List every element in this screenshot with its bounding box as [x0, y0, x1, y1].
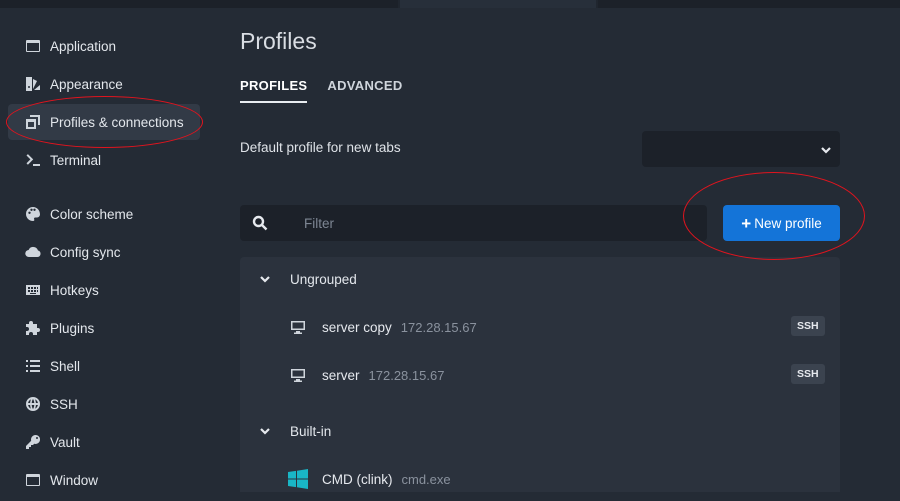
group-header-built-in[interactable]: Built-in	[240, 409, 840, 453]
profile-name: CMD (clink)	[322, 471, 393, 487]
puzzle-icon	[24, 319, 42, 337]
application-icon	[24, 37, 42, 55]
profile-host: 172.28.15.67	[400, 319, 477, 335]
sidebar-item-color-scheme[interactable]: Color scheme	[8, 196, 200, 232]
active-tab-indicator[interactable]	[400, 0, 596, 8]
chevron-down-icon	[240, 273, 290, 285]
palette-icon	[24, 205, 42, 223]
sidebar-item-config-sync[interactable]: Config sync	[8, 234, 200, 270]
profiles-tabs: PROFILES ADVANCED	[240, 78, 423, 103]
sidebar-item-terminal[interactable]: Terminal	[8, 142, 200, 178]
window-icon	[24, 471, 42, 489]
sidebar-item-profiles-connections[interactable]: Profiles & connections	[8, 104, 200, 140]
profile-row[interactable]: server 172.28.15.67 SSH	[240, 353, 840, 397]
tab-advanced[interactable]: ADVANCED	[327, 78, 402, 103]
sidebar-item-label: Config sync	[50, 244, 121, 260]
sidebar-item-label: Plugins	[50, 320, 95, 336]
key-icon	[24, 433, 42, 451]
page-title: Profiles	[240, 28, 317, 54]
profiles-list: Ungrouped server copy 172.28.15.67 SSH s…	[240, 257, 840, 492]
new-profile-label: New profile	[754, 215, 822, 231]
tab-profiles[interactable]: PROFILES	[240, 78, 308, 103]
profile-name: server	[322, 367, 360, 383]
terminal-icon	[24, 151, 42, 169]
chevron-down-icon	[820, 143, 832, 155]
sidebar-item-label: Shell	[50, 358, 81, 374]
monitor-icon	[288, 366, 308, 384]
filter-input[interactable]	[304, 215, 684, 231]
globe-icon	[24, 395, 42, 413]
appearance-icon	[24, 75, 42, 93]
monitor-icon	[288, 318, 308, 336]
keyboard-icon	[24, 281, 42, 299]
sidebar-item-label: SSH	[50, 396, 78, 412]
sidebar-item-plugins[interactable]: Plugins	[8, 310, 200, 346]
sidebar-item-label: Appearance	[50, 76, 123, 92]
profile-row[interactable]: server copy 172.28.15.67 SSH	[240, 305, 840, 349]
new-profile-button[interactable]: + New profile	[723, 205, 840, 241]
sidebar-item-label: Window	[50, 472, 99, 488]
profile-command: cmd.exe	[401, 471, 451, 487]
ssh-badge: SSH	[791, 316, 825, 336]
default-profile-select[interactable]	[642, 131, 840, 167]
sidebar-item-hotkeys[interactable]: Hotkeys	[8, 272, 200, 308]
sidebar-item-application[interactable]: Application	[8, 28, 200, 64]
top-strip-right	[598, 0, 900, 8]
sidebar-item-label: Profiles & connections	[50, 114, 184, 130]
default-profile-label: Default profile for new tabs	[240, 140, 401, 155]
plus-icon: +	[741, 213, 752, 233]
sidebar-item-appearance[interactable]: Appearance	[8, 66, 200, 102]
window-top-strip	[0, 0, 900, 8]
settings-sidebar: Application Appearance Profiles & connec…	[0, 8, 210, 492]
sidebar-item-vault[interactable]: Vault	[8, 424, 200, 460]
filter-box[interactable]	[240, 205, 707, 241]
chevron-down-icon	[240, 425, 290, 437]
top-strip-left	[0, 0, 398, 8]
sidebar-item-ssh[interactable]: SSH	[8, 386, 200, 422]
settings-main: Profiles PROFILES ADVANCED Default profi…	[240, 8, 900, 492]
sidebar-item-label: Hotkeys	[50, 282, 99, 298]
list-icon	[24, 357, 42, 375]
profile-host: 172.28.15.67	[368, 367, 445, 383]
group-header-ungrouped[interactable]: Ungrouped	[240, 257, 840, 301]
sidebar-item-shell[interactable]: Shell	[8, 348, 200, 384]
sidebar-item-label: Vault	[50, 434, 80, 450]
profile-name: server copy	[322, 319, 392, 335]
windows-logo-icon	[288, 469, 308, 489]
search-icon	[240, 215, 280, 231]
sidebar-item-label: Color scheme	[50, 206, 134, 222]
sidebar-item-label: Application	[50, 38, 117, 54]
profiles-icon	[24, 113, 42, 131]
profile-row[interactable]: CMD (clink) cmd.exe	[240, 457, 840, 501]
cloud-icon	[24, 243, 42, 261]
group-label: Built-in	[290, 423, 332, 439]
sidebar-item-label: Terminal	[50, 152, 102, 168]
sidebar-item-window[interactable]: Window	[8, 462, 200, 498]
ssh-badge: SSH	[791, 364, 825, 384]
group-label: Ungrouped	[290, 271, 357, 287]
